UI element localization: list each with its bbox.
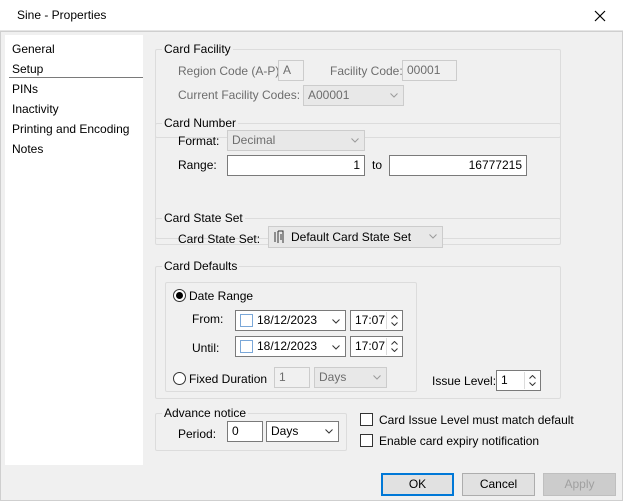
card-defaults-group-label: Card Defaults xyxy=(162,259,240,273)
date-range-label: Date Range xyxy=(189,289,254,303)
close-icon xyxy=(594,10,606,21)
chevron-down-icon xyxy=(390,93,398,98)
issue-level-field[interactable]: 1 xyxy=(496,370,541,391)
sidebar-item-notes[interactable]: Notes xyxy=(12,140,43,158)
period-value-field[interactable]: 0 xyxy=(227,421,263,442)
spin-up-icon xyxy=(529,375,536,379)
range-to-label: to xyxy=(372,158,383,172)
spin-up-icon xyxy=(391,315,398,319)
issue-level-value: 1 xyxy=(501,373,508,387)
chevron-down-icon xyxy=(332,319,340,324)
spin-up-icon xyxy=(391,341,398,345)
until-time-spinner[interactable] xyxy=(386,338,401,355)
until-label: Until: xyxy=(192,341,220,355)
expiry-notification-checkbox[interactable] xyxy=(360,434,373,447)
issue-level-match-checkbox[interactable] xyxy=(360,413,373,426)
from-label: From: xyxy=(192,312,224,326)
format-value: Decimal xyxy=(232,133,276,147)
range-label: Range: xyxy=(178,158,217,172)
facility-code-label: Facility Code: xyxy=(330,64,403,78)
format-label: Format: xyxy=(178,134,220,148)
advance-notice-group-label: Advance notice xyxy=(162,406,249,420)
format-combo[interactable]: Decimal xyxy=(227,130,365,151)
range-from-field[interactable]: 1 xyxy=(227,155,365,176)
current-codes-value: A00001 xyxy=(308,88,350,102)
card-number-group-label: Card Number xyxy=(162,116,239,130)
from-date-value: 18/12/2023 xyxy=(257,313,318,327)
spin-down-icon xyxy=(391,348,398,352)
issue-level-match-label: Card Issue Level must match default xyxy=(379,413,574,427)
fixed-duration-label: Fixed Duration xyxy=(189,372,268,386)
issue-level-label: Issue Level: xyxy=(432,374,497,388)
from-time-field[interactable]: 17:07 xyxy=(350,310,403,331)
sidebar-item-pins[interactable]: PINs xyxy=(12,80,38,98)
period-unit-value: Days xyxy=(271,424,299,438)
from-date-picker[interactable]: 18/12/2023 xyxy=(235,310,346,331)
expiry-notification-label: Enable card expiry notification xyxy=(379,434,540,448)
until-date-picker[interactable]: 18/12/2023 xyxy=(235,336,346,357)
window-title: Sine - Properties xyxy=(17,8,107,22)
dialog-body: General Setup PINs Inactivity Printing a… xyxy=(0,31,623,501)
facility-code-field[interactable]: 00001 xyxy=(402,60,457,81)
until-time-value: 17:07 xyxy=(355,339,386,353)
title-bar: Sine - Properties xyxy=(0,0,623,31)
from-time-spinner[interactable] xyxy=(386,312,401,329)
chevron-down-icon xyxy=(373,375,381,380)
period-label: Period: xyxy=(178,427,217,441)
ok-button[interactable]: OK xyxy=(381,473,454,496)
card-state-set-group-label: Card State Set xyxy=(162,211,245,225)
range-to-field[interactable]: 16777215 xyxy=(389,155,527,176)
sidebar-item-printing-encoding[interactable]: Printing and Encoding xyxy=(12,120,129,138)
card-state-set-combo[interactable]: Default Card State Set xyxy=(268,226,443,248)
card-facility-group-label: Card Facility xyxy=(162,42,233,56)
cancel-button[interactable]: Cancel xyxy=(462,473,535,496)
fixed-duration-radio[interactable] xyxy=(173,372,186,385)
sidebar-item-inactivity[interactable]: Inactivity xyxy=(12,100,59,118)
current-codes-combo[interactable]: A00001 xyxy=(303,85,404,106)
chevron-down-icon xyxy=(429,234,437,239)
card-state-set-value: Default Card State Set xyxy=(291,230,412,244)
region-code-field[interactable]: A xyxy=(278,60,304,81)
from-time-value: 17:07 xyxy=(355,313,386,327)
period-unit-combo[interactable]: Days xyxy=(266,421,339,442)
card-state-icon xyxy=(274,230,284,243)
from-date-checkbox[interactable] xyxy=(240,314,253,327)
chevron-down-icon xyxy=(325,429,333,434)
until-date-value: 18/12/2023 xyxy=(257,339,318,353)
issue-level-spinner[interactable] xyxy=(524,372,539,389)
chevron-down-icon xyxy=(351,138,359,143)
region-code-label: Region Code (A-P): xyxy=(178,64,283,78)
card-state-set-label: Card State Set: xyxy=(178,232,261,246)
duration-unit-combo[interactable]: Days xyxy=(314,367,387,388)
sidebar-nav: General Setup PINs Inactivity Printing a… xyxy=(5,35,143,465)
current-codes-label: Current Facility Codes: xyxy=(178,88,301,102)
duration-value-field[interactable]: 1 xyxy=(274,367,310,388)
until-date-checkbox[interactable] xyxy=(240,340,253,353)
spin-down-icon xyxy=(391,322,398,326)
sidebar-item-general[interactable]: General xyxy=(12,40,55,58)
close-button[interactable] xyxy=(577,0,623,31)
date-range-radio[interactable] xyxy=(173,289,186,302)
spin-down-icon xyxy=(529,382,536,386)
apply-button[interactable]: Apply xyxy=(543,473,616,496)
chevron-down-icon xyxy=(332,345,340,350)
duration-unit-value: Days xyxy=(319,370,347,384)
until-time-field[interactable]: 17:07 xyxy=(350,336,403,357)
sidebar-item-setup[interactable]: Setup xyxy=(9,60,143,78)
